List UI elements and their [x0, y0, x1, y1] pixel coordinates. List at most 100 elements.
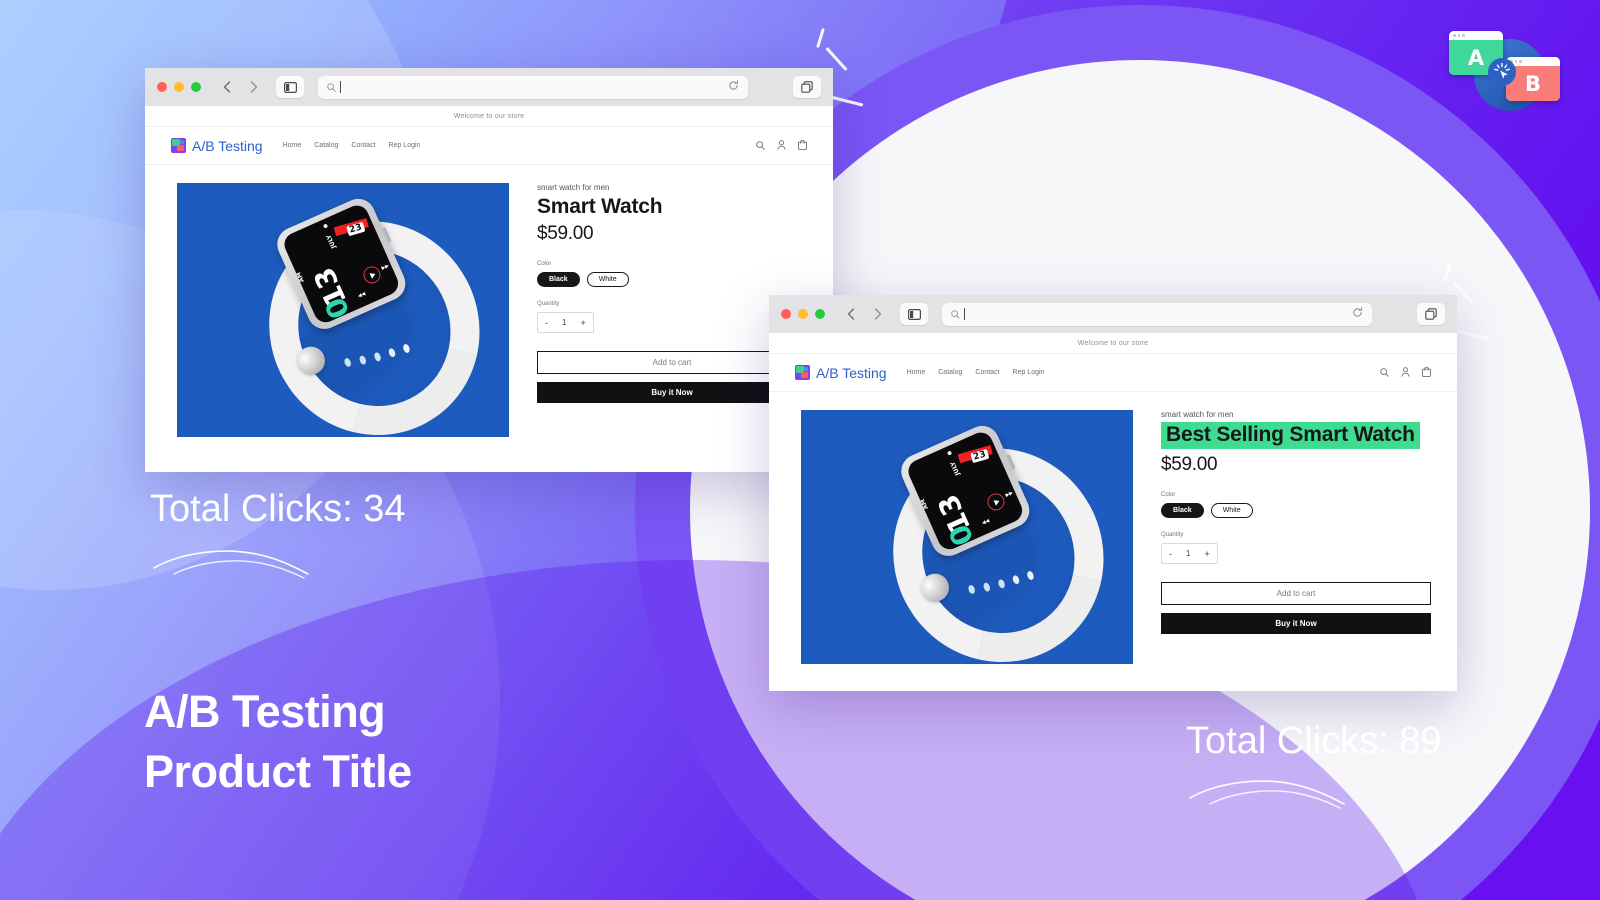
back-button[interactable] [839, 303, 863, 325]
product-vendor-b: smart watch for men [1161, 410, 1234, 419]
ab-testing-badge: A B [1443, 26, 1571, 116]
store-header-a: A/B Testing Home Catalog Contact Rep Log… [145, 127, 833, 165]
back-button[interactable] [215, 76, 239, 98]
search-icon [951, 309, 960, 319]
maximize-window-icon[interactable] [815, 309, 825, 319]
nav-link-home[interactable]: Home [283, 142, 302, 149]
address-bar[interactable] [942, 302, 1372, 326]
watch-prev-icon: ◀◀ [356, 291, 367, 300]
buy-it-now-button-b[interactable]: Buy it Now [1161, 613, 1431, 634]
quantity-stepper-a[interactable]: - 1 + [537, 312, 594, 333]
browser-chrome [769, 295, 1457, 333]
nav-link-contact[interactable]: Contact [975, 369, 999, 376]
color-option-black[interactable]: Black [537, 272, 580, 287]
color-option-white[interactable]: White [1210, 503, 1253, 518]
product-image-a[interactable]: AM 13 50 JULY 23 ◀◀ ▶▶ [177, 183, 509, 437]
nav-link-rep-login[interactable]: Rep Login [1013, 369, 1045, 376]
reload-icon[interactable] [728, 80, 739, 94]
quantity-decrement[interactable]: - [538, 313, 555, 332]
nav-link-home[interactable]: Home [907, 369, 926, 376]
quantity-value[interactable]: 1 [1179, 544, 1197, 563]
smart-watch-illustration: AM 13 50 JULY 23 ◀◀ ▶▶ [808, 410, 1133, 664]
swoosh-underline-a [153, 550, 309, 579]
nav-link-rep-login[interactable]: Rep Login [389, 142, 421, 149]
color-swatches-b[interactable]: Black White [1161, 503, 1431, 518]
click-cursor-icon [1488, 58, 1516, 86]
store-header-icons-a[interactable] [756, 137, 807, 155]
product-section-a: AM 13 50 JULY 23 ◀◀ ▶▶ smart watch for m… [145, 165, 833, 437]
browser-window-variant-a[interactable]: Welcome to our store A/B Testing Home Ca… [145, 68, 833, 472]
text-cursor [340, 81, 341, 93]
cart-icon[interactable] [798, 137, 807, 155]
quantity-value[interactable]: 1 [555, 313, 573, 332]
color-label-b: Color [1161, 492, 1176, 498]
store-brand-a[interactable]: A/B Testing [192, 138, 263, 154]
search-icon[interactable] [756, 137, 765, 155]
product-vendor-a: smart watch for men [537, 183, 610, 192]
smart-watch-illustration: AM 13 50 JULY 23 ◀◀ ▶▶ [184, 183, 509, 437]
chrome-right-tools[interactable] [781, 76, 821, 98]
nav-link-catalog[interactable]: Catalog [314, 142, 338, 149]
swoosh-underline-b [1189, 780, 1345, 809]
buy-it-now-button-a[interactable]: Buy it Now [537, 382, 807, 403]
quantity-decrement[interactable]: - [1162, 544, 1179, 563]
browser-chrome [145, 68, 833, 106]
color-label-a: Color [537, 261, 552, 267]
store-nav-b[interactable]: Home Catalog Contact Rep Login [907, 369, 1045, 376]
quantity-increment[interactable]: + [1197, 544, 1216, 563]
watch-prev-icon: ◀◀ [980, 518, 991, 527]
add-to-cart-button-b[interactable]: Add to cart [1161, 582, 1431, 605]
product-title-a: Smart Watch [537, 195, 663, 218]
store-header-icons-b[interactable] [1380, 364, 1431, 382]
window-traffic-lights[interactable] [781, 309, 825, 319]
color-option-white[interactable]: White [586, 272, 629, 287]
quantity-label-b: Quantity [1161, 532, 1184, 538]
minimize-window-icon[interactable] [798, 309, 808, 319]
close-window-icon[interactable] [781, 309, 791, 319]
tab-overview-icon[interactable] [793, 76, 821, 98]
product-section-b: AM 13 50 JULY 23 ◀◀ ▶▶ smart watch for m… [769, 392, 1457, 664]
search-icon[interactable] [1380, 364, 1389, 382]
account-icon[interactable] [777, 137, 786, 155]
color-option-black[interactable]: Black [1161, 503, 1204, 518]
quantity-stepper-b[interactable]: - 1 + [1161, 543, 1218, 564]
maximize-window-icon[interactable] [191, 82, 201, 92]
quantity-label-a: Quantity [537, 301, 560, 307]
sidebar-toggle-icon[interactable] [276, 76, 304, 98]
tab-overview-icon[interactable] [1417, 303, 1445, 325]
minimize-window-icon[interactable] [174, 82, 184, 92]
watch-play-icon [984, 490, 1008, 514]
watch-meridiem: AM [295, 270, 306, 284]
watch-meridiem: AM [919, 497, 930, 511]
close-window-icon[interactable] [157, 82, 167, 92]
add-to-cart-button-a[interactable]: Add to cart [537, 351, 807, 374]
account-icon[interactable] [1401, 364, 1410, 382]
address-bar[interactable] [318, 75, 748, 99]
quantity-increment[interactable]: + [573, 313, 592, 332]
store-announcement-b: Welcome to our store [769, 333, 1457, 354]
store-favicon-icon [795, 365, 810, 380]
window-traffic-lights[interactable] [157, 82, 201, 92]
nav-buttons[interactable] [215, 76, 266, 98]
nav-link-catalog[interactable]: Catalog [938, 369, 962, 376]
store-brand-b[interactable]: A/B Testing [816, 365, 887, 381]
badge-window-bar [1449, 31, 1503, 40]
watch-next-icon: ▶▶ [380, 262, 391, 272]
reload-icon[interactable] [1352, 307, 1363, 321]
search-icon [327, 82, 336, 92]
nav-buttons[interactable] [839, 303, 890, 325]
chrome-right-tools[interactable] [1405, 303, 1445, 325]
cart-icon[interactable] [1422, 364, 1431, 382]
poster-canvas: Welcome to our store A/B Testing Home Ca… [0, 0, 1600, 900]
forward-button[interactable] [242, 76, 266, 98]
watch-play-icon [360, 263, 384, 287]
browser-window-variant-b[interactable]: Welcome to our store A/B Testing Home Ca… [769, 295, 1457, 691]
forward-button[interactable] [866, 303, 890, 325]
product-image-b[interactable]: AM 13 50 JULY 23 ◀◀ ▶▶ [801, 410, 1133, 664]
sidebar-toggle-icon[interactable] [900, 303, 928, 325]
nav-link-contact[interactable]: Contact [351, 142, 375, 149]
product-title-b: Best Selling Smart Watch [1161, 422, 1420, 449]
color-swatches-a[interactable]: Black White [537, 272, 807, 287]
store-nav-a[interactable]: Home Catalog Contact Rep Login [283, 142, 421, 149]
store-announcement-a: Welcome to our store [145, 106, 833, 127]
